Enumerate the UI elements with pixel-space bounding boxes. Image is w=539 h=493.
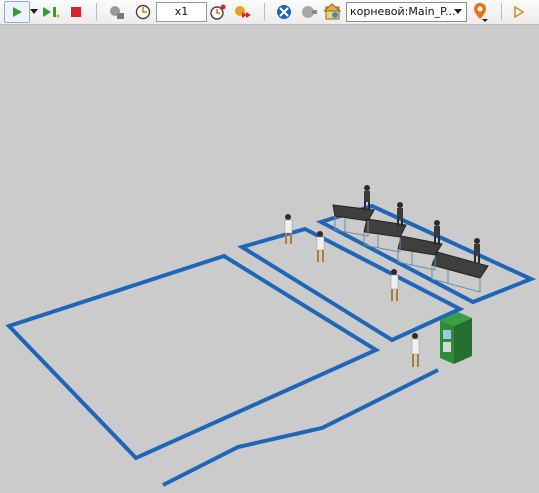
speed-up-icon	[210, 4, 226, 20]
fast-forward-button[interactable]	[233, 2, 253, 22]
location-pin-icon	[474, 3, 488, 22]
simulation-3d-view[interactable]	[0, 25, 539, 493]
run-until-icon	[43, 7, 60, 18]
stop-icon	[71, 7, 81, 17]
run-button[interactable]	[4, 1, 30, 23]
customer-figure	[411, 333, 420, 367]
navigate-button[interactable]	[274, 2, 294, 22]
location-button[interactable]	[470, 2, 490, 22]
customer-figure	[390, 269, 399, 301]
speed-up-button[interactable]	[208, 2, 228, 22]
simulation-toolbar: x1 корневой:Main_P...	[0, 0, 539, 25]
customer-figure	[284, 214, 293, 244]
dropdown-arrow-icon	[30, 9, 38, 14]
counter	[363, 218, 407, 238]
view-area-value: корневой:Main_P...	[350, 5, 456, 18]
home-view-icon	[324, 3, 342, 20]
step-button[interactable]	[107, 2, 127, 22]
more-icon	[514, 5, 525, 19]
employee-figure	[474, 238, 480, 263]
toolbar-separator	[96, 3, 97, 21]
fast-forward-icon	[235, 6, 251, 18]
slow-down-button[interactable]	[133, 2, 153, 22]
employee-figure	[434, 220, 440, 245]
clock-icon	[135, 4, 151, 20]
home-view-button[interactable]	[323, 2, 343, 22]
navigate-icon	[277, 5, 291, 19]
employee-figure	[397, 202, 403, 227]
speed-display: x1	[156, 2, 207, 22]
atm-machine	[440, 312, 472, 364]
toolbar-separator	[501, 3, 502, 21]
run-until-button[interactable]	[41, 2, 61, 22]
toolbar-separator	[264, 3, 265, 21]
stop-button[interactable]	[66, 2, 86, 22]
chevron-down-icon	[454, 9, 462, 14]
camera-button[interactable]	[299, 2, 319, 22]
play-icon	[13, 7, 22, 17]
more-button[interactable]	[509, 2, 529, 22]
customer-figure	[316, 231, 325, 262]
camera-icon	[302, 6, 317, 18]
step-icon	[110, 6, 124, 19]
run-options-dropdown[interactable]	[29, 2, 39, 22]
view-area-select[interactable]: корневой:Main_P...	[346, 2, 467, 22]
